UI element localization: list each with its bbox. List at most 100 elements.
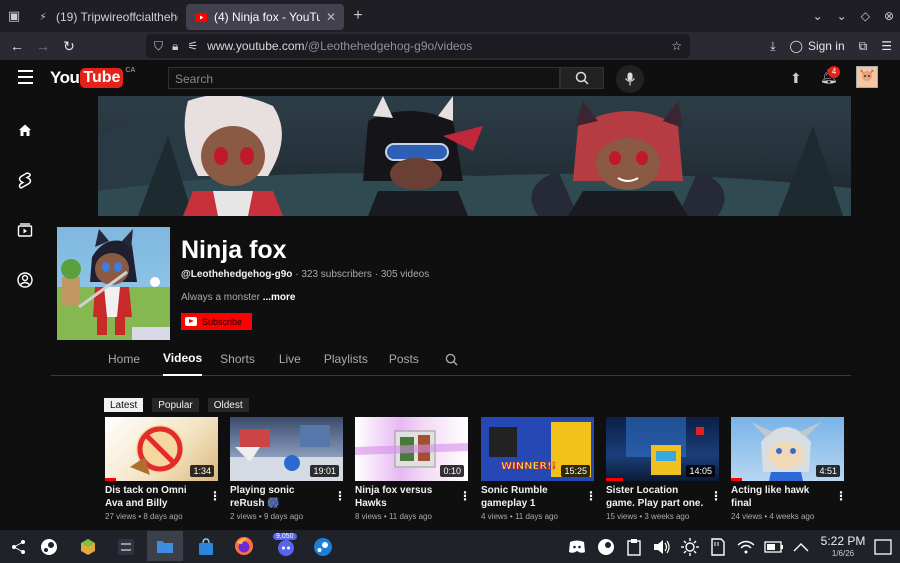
search-button[interactable]: [560, 67, 604, 89]
youtube-logo[interactable]: You Tube CA: [50, 67, 135, 88]
voice-search-button[interactable]: [616, 65, 644, 93]
new-tab-button[interactable]: +: [344, 7, 372, 25]
search-input[interactable]: Search: [168, 67, 560, 89]
video-card[interactable]: 0:10 Ninja fox versus Hawks 8 views • 11…: [355, 417, 471, 521]
video-duration: 15:25: [561, 465, 590, 477]
steam-icon[interactable]: [38, 536, 60, 558]
wifi-icon[interactable]: [735, 536, 757, 558]
video-title[interactable]: Acting like hawk final: [731, 485, 831, 510]
clipboard-icon[interactable]: [623, 536, 645, 558]
steam-running-icon[interactable]: [312, 536, 334, 558]
filter-oldest[interactable]: Oldest: [207, 398, 249, 412]
you-account-icon[interactable]: [15, 270, 35, 290]
bookmark-star-icon[interactable]: ☆: [671, 39, 682, 53]
video-card[interactable]: 14:05 Sister Location game. Play part on…: [606, 417, 722, 521]
show-desktop-icon[interactable]: [872, 536, 894, 558]
tab-posts[interactable]: Posts: [389, 343, 419, 376]
browser-nav-bar: ← → ↻ ⛉ 🔒︎ ⚟ www.youtube.com/@Leothehedg…: [0, 32, 900, 60]
video-meta: 24 views • 4 weeks ago: [731, 512, 815, 521]
notification-badge: 4: [828, 66, 840, 78]
close-window-icon[interactable]: ⊗: [884, 9, 894, 23]
shield-icon[interactable]: ⛉: [154, 39, 163, 54]
tray-expand-chevron-icon[interactable]: [790, 536, 812, 558]
video-card[interactable]: 19:01 Playing sonic reRush 🎆 2 views • 9…: [230, 417, 346, 521]
video-meta: 27 views • 8 days ago: [105, 512, 183, 521]
url-bar[interactable]: ⛉ 🔒︎ ⚟ www.youtube.com/@Leothehedgehog-g…: [146, 34, 690, 58]
discover-store-icon[interactable]: [77, 536, 99, 558]
browser-tab-youtube[interactable]: (4) Ninja fox - YouTube ✕: [186, 4, 344, 30]
system-settings-icon[interactable]: [115, 536, 137, 558]
tab-live[interactable]: Live: [279, 343, 301, 376]
video-thumbnail[interactable]: 0:10: [355, 417, 468, 481]
channel-search-icon[interactable]: [445, 343, 458, 376]
sd-card-icon[interactable]: [707, 536, 729, 558]
video-age: 8 days ago: [143, 512, 183, 521]
video-title[interactable]: Sister Location game. Play part one.: [606, 485, 706, 510]
tab-shorts[interactable]: Shorts: [220, 343, 255, 376]
channel-description[interactable]: Always a monster ...more: [181, 292, 296, 303]
store-bag-icon[interactable]: [195, 536, 217, 558]
filter-popular[interactable]: Popular: [152, 398, 199, 412]
extensions-icon[interactable]: ⧉: [859, 39, 868, 54]
video-thumbnail[interactable]: 4:51: [731, 417, 844, 481]
forward-icon[interactable]: →: [30, 38, 56, 54]
tab-list-icon[interactable]: ▣: [0, 0, 28, 32]
back-icon[interactable]: ←: [4, 38, 30, 54]
discord-tray-icon[interactable]: [566, 536, 588, 558]
tab-home[interactable]: Home: [108, 343, 140, 376]
clock-time[interactable]: 5:22 PM: [818, 534, 868, 548]
close-tab-icon[interactable]: ✕: [326, 10, 336, 24]
steam-tray-icon[interactable]: [595, 536, 617, 558]
video-menu-icon[interactable]: ⋮: [459, 489, 471, 503]
tab-videos[interactable]: Videos: [163, 343, 203, 376]
video-thumbnail[interactable]: 1:34: [105, 417, 218, 481]
brightness-icon[interactable]: [679, 536, 701, 558]
reload-icon[interactable]: ↻: [56, 38, 82, 55]
youtube-favicon-icon: [194, 10, 208, 24]
menu-icon[interactable]: ☰: [881, 39, 892, 53]
minimize-icon[interactable]: ⌄: [837, 9, 847, 23]
subscribe-button[interactable]: Subscribe: [181, 313, 252, 330]
user-avatar[interactable]: [856, 66, 878, 88]
video-card[interactable]: WINNER!! 15:25 Sonic Rumble gameplay 1 4…: [481, 417, 597, 521]
permissions-icon[interactable]: ⚟: [187, 39, 198, 53]
tab-playlists[interactable]: Playlists: [324, 343, 368, 376]
create-upload-icon[interactable]: ⬆: [790, 70, 802, 87]
browser-tab-tripwire[interactable]: ⚡ (19) Tripwireoffcialthehe: [28, 4, 186, 30]
battery-icon[interactable]: [763, 536, 785, 558]
video-meta: 4 views • 11 days ago: [481, 512, 558, 521]
video-title[interactable]: Playing sonic reRush 🎆: [230, 485, 330, 510]
firefox-icon[interactable]: [233, 535, 255, 557]
guide-menu-icon[interactable]: [18, 70, 33, 84]
url-path: /@Leothehedgehog-g9o/videos: [304, 39, 473, 53]
list-all-tabs-icon[interactable]: ⌄: [813, 9, 823, 23]
video-menu-icon[interactable]: ⋮: [209, 489, 221, 503]
app-launcher-icon[interactable]: [8, 536, 30, 558]
video-menu-icon[interactable]: ⋮: [835, 489, 847, 503]
maximize-icon[interactable]: ◇: [861, 9, 870, 23]
filter-latest[interactable]: Latest: [104, 398, 144, 412]
video-thumbnail[interactable]: WINNER!! 15:25: [481, 417, 594, 481]
video-thumbnail[interactable]: 14:05: [606, 417, 719, 481]
video-title[interactable]: Dis tack on Omni Ava and Billy: [105, 485, 205, 510]
video-menu-icon[interactable]: ⋮: [334, 489, 346, 503]
volume-icon[interactable]: [651, 536, 673, 558]
home-icon[interactable]: [15, 120, 35, 140]
video-title[interactable]: Sonic Rumble gameplay 1: [481, 485, 581, 510]
video-menu-icon[interactable]: ⋮: [585, 489, 597, 503]
tripwire-favicon-icon: ⚡: [39, 11, 47, 23]
video-card[interactable]: 4:51 Acting like hawk final 24 views • 4…: [731, 417, 847, 521]
video-menu-icon[interactable]: ⋮: [710, 489, 722, 503]
video-thumbnail[interactable]: 19:01: [230, 417, 343, 481]
video-card[interactable]: 1:34 Dis tack on Omni Ava and Billy 27 v…: [105, 417, 221, 521]
downloads-icon[interactable]: ⤓: [770, 39, 775, 54]
video-views: 2 views: [230, 512, 257, 521]
subscriptions-icon[interactable]: [15, 220, 35, 240]
video-title[interactable]: Ninja fox versus Hawks: [355, 485, 455, 510]
sign-in-button[interactable]: ◯ Sign in: [790, 39, 845, 53]
more-link[interactable]: ...more: [263, 292, 296, 303]
lock-icon[interactable]: 🔒︎: [172, 39, 178, 54]
dolphin-file-manager-icon[interactable]: [147, 531, 183, 561]
shorts-icon[interactable]: [15, 170, 35, 190]
channel-avatar[interactable]: [57, 227, 170, 340]
